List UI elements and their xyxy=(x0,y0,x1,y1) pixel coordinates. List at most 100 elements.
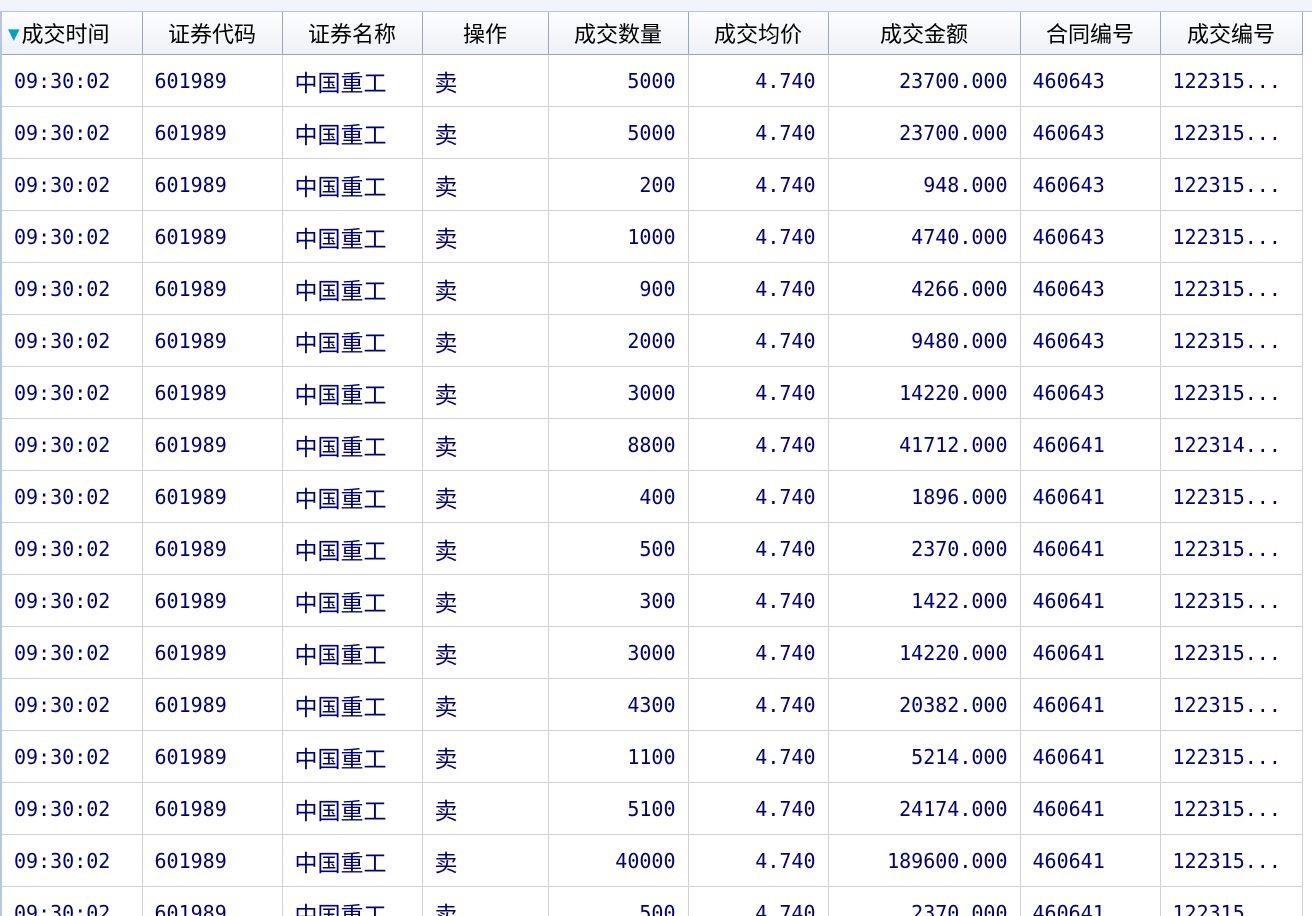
average-price-cell: 4.740 xyxy=(688,626,829,679)
trade-quantity-cell: 4300 xyxy=(548,678,689,731)
table-row[interactable]: 09:30:02 601989 中国重工卖 400 4.740 1896.000 46064… xyxy=(2,470,1303,523)
trade-number-cell: 122315... xyxy=(1160,470,1303,523)
contract-number-cell: 460643 xyxy=(1020,106,1161,159)
sort-descending-icon: ▼ xyxy=(8,25,20,43)
table-row[interactable]: 09:30:02 601989 中国重工卖 300 4.740 1422.000 46064… xyxy=(2,574,1303,627)
security-name-cell: 中国重工 xyxy=(282,314,423,367)
table-row[interactable]: 09:30:02 601989 中国重工卖 40000 4.740 189600.000 4… xyxy=(2,834,1303,887)
toolbar-strip xyxy=(0,0,1312,12)
table-row[interactable]: 09:30:02 601989 中国重工卖 5100 4.740 24174.000 460… xyxy=(2,782,1303,835)
security-name-cell: 中国重工 xyxy=(282,418,423,471)
trade-time-cell: 09:30:02 xyxy=(2,626,143,679)
contract-number-cell: 460643 xyxy=(1020,262,1161,315)
table-row[interactable]: 09:30:02 601989 中国重工卖 3000 4.740 14220.000 460… xyxy=(2,366,1303,419)
operation-cell: 卖 xyxy=(422,262,549,315)
trade-amount-cell: 41712.000 xyxy=(828,418,1021,471)
table-row[interactable]: 09:30:02 601989 中国重工卖 200 4.740 948.000 460643… xyxy=(2,158,1303,211)
security-name-cell: 中国重工 xyxy=(282,678,423,731)
trade-amount-cell: 20382.000 xyxy=(828,678,1021,731)
trade-quantity-cell: 200 xyxy=(548,158,689,211)
trade-quantity-cell: 900 xyxy=(548,262,689,315)
average-price-cell: 4.740 xyxy=(688,470,829,523)
average-price-cell: 4.740 xyxy=(688,886,829,916)
operation-cell: 卖 xyxy=(422,730,549,783)
average-price-cell: 4.740 xyxy=(688,54,829,107)
security-code-cell: 601989 xyxy=(142,210,283,263)
column-header-contract-number[interactable]: 合同编号 xyxy=(1020,12,1161,55)
trade-time-cell: 09:30:02 xyxy=(2,574,143,627)
operation-cell: 卖 xyxy=(422,834,549,887)
table-row[interactable]: 09:30:02 601989 中国重工卖 500 4.740 2370.000 46064… xyxy=(2,522,1303,575)
table-row[interactable]: 09:30:02 601989 中国重工卖 2000 4.740 9480.000 4606… xyxy=(2,314,1303,367)
trade-quantity-cell: 5000 xyxy=(548,54,689,107)
contract-number-cell: 460641 xyxy=(1020,730,1161,783)
trade-number-cell: 122315... xyxy=(1160,262,1303,315)
trade-amount-cell: 948.000 xyxy=(828,158,1021,211)
table-row[interactable]: 09:30:02 601989 中国重工卖 900 4.740 4266.000 46064… xyxy=(2,262,1303,315)
contract-number-cell: 460641 xyxy=(1020,834,1161,887)
trade-number-cell: 122315... xyxy=(1160,314,1303,367)
operation-cell: 卖 xyxy=(422,314,549,367)
column-header-operation[interactable]: 操作 xyxy=(422,12,549,55)
table-row[interactable]: 09:30:02 601989 中国重工卖 4300 4.740 20382.000 460… xyxy=(2,678,1303,731)
average-price-cell: 4.740 xyxy=(688,106,829,159)
table-row[interactable]: 09:30:02 601989 中国重工卖 5000 4.740 23700.000 460… xyxy=(2,54,1303,107)
column-header-security-name[interactable]: 证券名称 xyxy=(282,12,423,55)
security-name-cell: 中国重工 xyxy=(282,262,423,315)
security-code-cell: 601989 xyxy=(142,366,283,419)
column-header-average-price[interactable]: 成交均价 xyxy=(688,12,829,55)
security-name-cell: 中国重工 xyxy=(282,54,423,107)
table-row[interactable]: 09:30:02 601989 中国重工卖 8800 4.740 41712.000 460… xyxy=(2,418,1303,471)
average-price-cell: 4.740 xyxy=(688,210,829,263)
trade-number-cell: 122315... xyxy=(1160,626,1303,679)
trade-number-cell: 122315... xyxy=(1160,678,1303,731)
table-row[interactable]: 09:30:02 601989 中国重工卖 1000 4.740 4740.000 4606… xyxy=(2,210,1303,263)
security-name-cell: 中国重工 xyxy=(282,730,423,783)
security-name-cell: 中国重工 xyxy=(282,470,423,523)
contract-number-cell: 460641 xyxy=(1020,782,1161,835)
contract-number-cell: 460643 xyxy=(1020,158,1161,211)
trade-quantity-cell: 5100 xyxy=(548,782,689,835)
trade-amount-cell: 2370.000 xyxy=(828,886,1021,916)
table-row[interactable]: 09:30:02 601989 中国重工卖 500 4.740 2370.000 46064… xyxy=(2,886,1303,916)
security-code-cell: 601989 xyxy=(142,54,283,107)
average-price-cell: 4.740 xyxy=(688,418,829,471)
average-price-cell: 4.740 xyxy=(688,366,829,419)
security-code-cell: 601989 xyxy=(142,886,283,916)
table-body: 09:30:02 601989 中国重工卖 5000 4.740 23700.000 460… xyxy=(2,54,1303,916)
column-header-trade-quantity[interactable]: 成交数量 xyxy=(548,12,689,55)
column-header-security-code[interactable]: 证券代码 xyxy=(142,12,283,55)
trade-quantity-cell: 8800 xyxy=(548,418,689,471)
column-header-trade-number[interactable]: 成交编号 xyxy=(1160,12,1303,55)
trade-amount-cell: 4740.000 xyxy=(828,210,1021,263)
trade-records-grid[interactable]: ▼成交时间 证券代码 证券名称 操作 成交数量 成交均价 成交金额 合同编号 成… xyxy=(0,12,1312,916)
trade-number-cell: 122314... xyxy=(1160,418,1303,471)
security-name-cell: 中国重工 xyxy=(282,886,423,916)
trade-number-cell: 122315... xyxy=(1160,106,1303,159)
security-code-cell: 601989 xyxy=(142,158,283,211)
trade-amount-cell: 23700.000 xyxy=(828,54,1021,107)
table-row[interactable]: 09:30:02 601989 中国重工卖 3000 4.740 14220.000 460… xyxy=(2,626,1303,679)
security-name-cell: 中国重工 xyxy=(282,834,423,887)
trade-time-cell: 09:30:02 xyxy=(2,834,143,887)
trade-time-cell: 09:30:02 xyxy=(2,730,143,783)
operation-cell: 卖 xyxy=(422,522,549,575)
contract-number-cell: 460643 xyxy=(1020,314,1161,367)
trade-number-cell: 122315... xyxy=(1160,366,1303,419)
trade-time-cell: 09:30:02 xyxy=(2,886,143,916)
column-header-trade-amount[interactable]: 成交金额 xyxy=(828,12,1021,55)
operation-cell: 卖 xyxy=(422,626,549,679)
contract-number-cell: 460641 xyxy=(1020,470,1161,523)
security-name-cell: 中国重工 xyxy=(282,366,423,419)
column-header-trade-time[interactable]: ▼成交时间 xyxy=(2,12,143,55)
average-price-cell: 4.740 xyxy=(688,730,829,783)
trade-quantity-cell: 500 xyxy=(548,886,689,916)
security-code-cell: 601989 xyxy=(142,574,283,627)
contract-number-cell: 460641 xyxy=(1020,522,1161,575)
trade-quantity-cell: 5000 xyxy=(548,106,689,159)
operation-cell: 卖 xyxy=(422,366,549,419)
table-row[interactable]: 09:30:02 601989 中国重工卖 1100 4.740 5214.000 4606… xyxy=(2,730,1303,783)
table-row[interactable]: 09:30:02 601989 中国重工卖 5000 4.740 23700.000 460… xyxy=(2,106,1303,159)
trade-quantity-cell: 300 xyxy=(548,574,689,627)
contract-number-cell: 460641 xyxy=(1020,574,1161,627)
